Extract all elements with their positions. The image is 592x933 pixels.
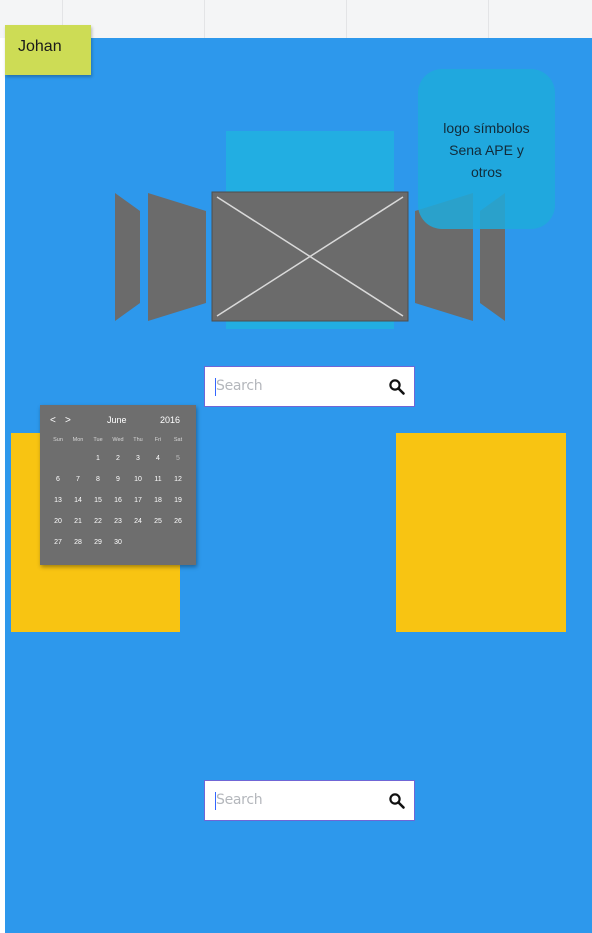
prev-month-button[interactable]: < xyxy=(50,415,56,426)
calendar-day[interactable]: 14 xyxy=(68,497,88,504)
calendar-day[interactable]: 28 xyxy=(68,539,88,546)
calendar-day[interactable]: 4 xyxy=(148,455,168,462)
calendar-day[interactable]: 9 xyxy=(108,476,128,483)
calendar-day[interactable]: 21 xyxy=(68,518,88,525)
yellow-block-right xyxy=(396,433,566,632)
note-callout[interactable]: logo símbolos Sena APE y otros xyxy=(418,69,555,229)
weekday-label: Sat xyxy=(173,437,183,443)
calendar-day[interactable]: 24 xyxy=(128,518,148,525)
search-placeholder: Search xyxy=(216,792,263,808)
calendar-day[interactable]: 25 xyxy=(148,518,168,525)
carousel-slide-far-left xyxy=(115,193,140,321)
callout-line: logo símbolos xyxy=(443,120,530,136)
calendar-day[interactable]: 8 xyxy=(88,476,108,483)
weekday-label: Thu xyxy=(133,437,143,443)
search-input-top[interactable]: Search xyxy=(204,366,415,407)
next-month-button[interactable]: > xyxy=(65,415,71,426)
calendar-day[interactable]: 29 xyxy=(88,539,108,546)
carousel-slide-left xyxy=(148,193,206,321)
calendar-day[interactable]: 26 xyxy=(168,518,188,525)
image-placeholder-icon xyxy=(211,191,409,322)
weekday-label: Wed xyxy=(112,437,124,443)
search-icon[interactable] xyxy=(388,378,406,396)
calendar-day[interactable]: 10 xyxy=(128,476,148,483)
calendar-day[interactable]: 7 xyxy=(68,476,88,483)
calendar-month: June xyxy=(107,415,127,425)
calendar-day[interactable]: 16 xyxy=(108,497,128,504)
calendar-day[interactable]: 17 xyxy=(128,497,148,504)
calendar-day[interactable]: 13 xyxy=(48,497,68,504)
calendar-day[interactable]: 15 xyxy=(88,497,108,504)
weekday-label: Sun xyxy=(53,437,63,443)
callout-line: Sena APE y xyxy=(449,142,524,158)
calendar-day[interactable]: 20 xyxy=(48,518,68,525)
weekday-label: Mon xyxy=(72,437,84,443)
calendar-day[interactable]: 6 xyxy=(48,476,68,483)
calendar-day[interactable]: 3 xyxy=(128,455,148,462)
calendar-day[interactable]: 12 xyxy=(168,476,188,483)
search-placeholder: Search xyxy=(216,378,263,394)
search-input-bottom[interactable]: Search xyxy=(204,780,415,821)
calendar-day[interactable]: 1 xyxy=(88,455,108,462)
calendar-day[interactable]: 11 xyxy=(148,476,168,483)
calendar-day[interactable]: 22 xyxy=(88,518,108,525)
calendar-day[interactable]: 5 xyxy=(168,455,188,462)
calendar-day[interactable]: 19 xyxy=(168,497,188,504)
callout-line: otros xyxy=(470,164,503,180)
date-picker[interactable]: < > June 2016 Sun Mon Tue Wed Thu Fri Sat 1 2 3 4 5… xyxy=(40,405,196,565)
weekday-label: Fri xyxy=(154,437,162,443)
calendar-header: < > June 2016 xyxy=(40,415,196,429)
calendar-year: 2016 xyxy=(160,415,181,425)
calendar-day[interactable]: 18 xyxy=(148,497,168,504)
calendar-day[interactable]: 2 xyxy=(108,455,128,462)
weekday-label: Tue xyxy=(93,437,103,443)
calendar-day[interactable]: 30 xyxy=(108,539,128,546)
search-icon[interactable] xyxy=(388,792,406,810)
calendar-day[interactable]: 27 xyxy=(48,539,68,546)
calendar-day[interactable]: 23 xyxy=(108,518,128,525)
